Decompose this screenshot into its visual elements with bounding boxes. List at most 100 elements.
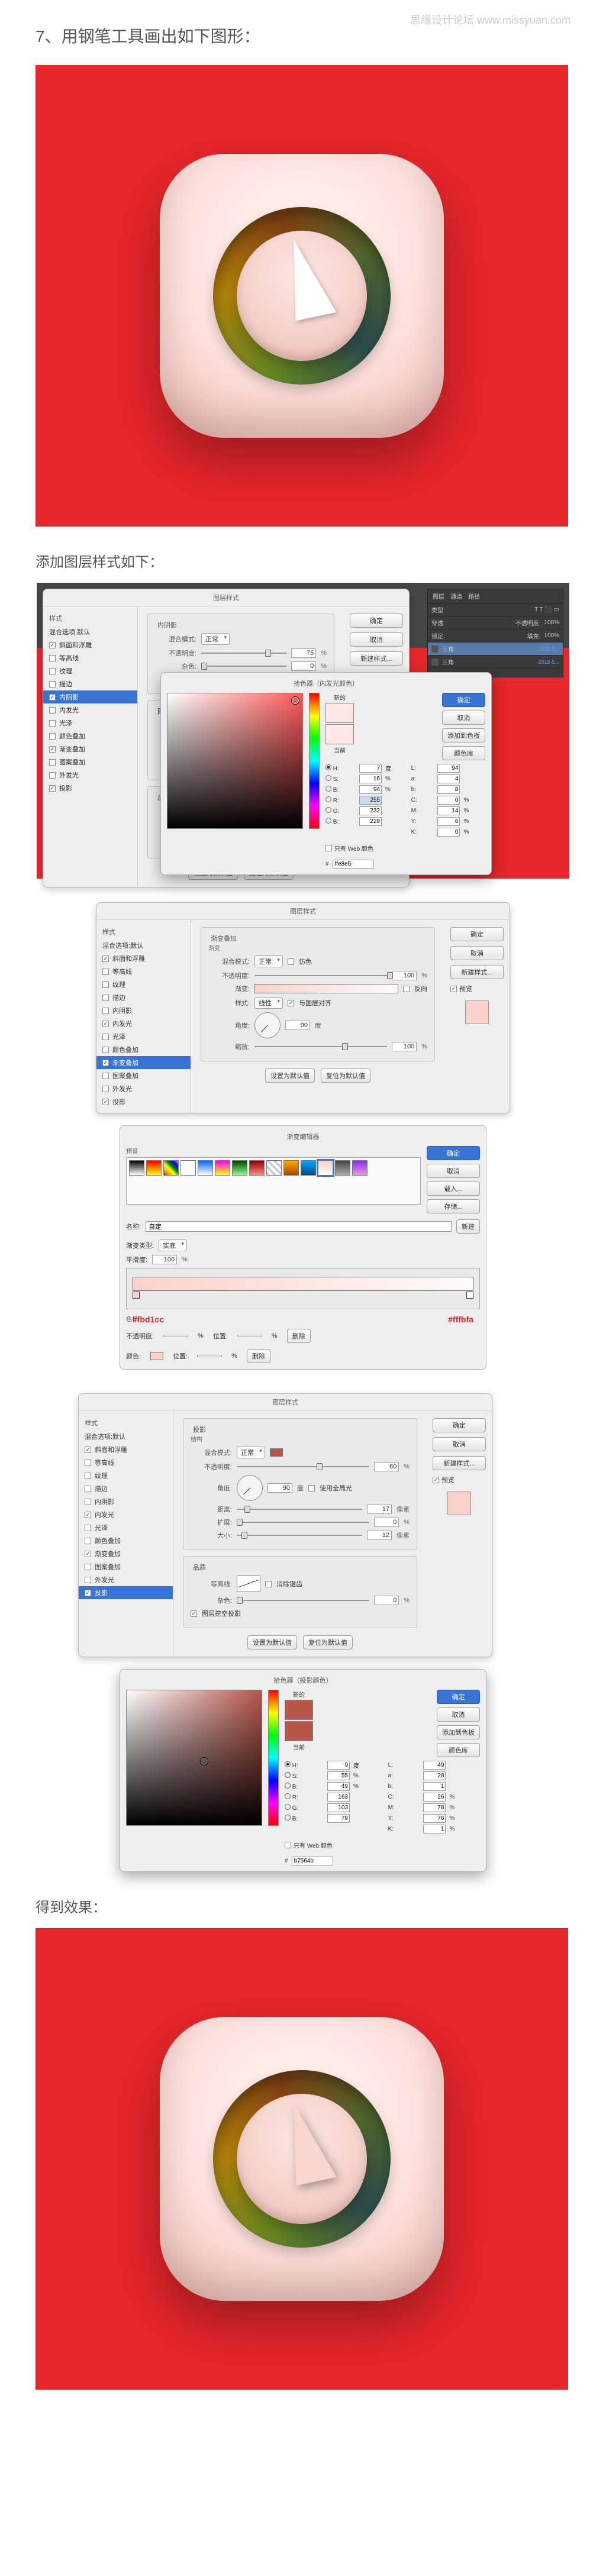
l-input[interactable] <box>437 764 460 773</box>
angle-input[interactable]: 90 <box>267 1483 292 1493</box>
grad-ok-button[interactable]: 确定 <box>427 1146 480 1160</box>
bl-input[interactable] <box>359 817 382 826</box>
style-item-texture[interactable]: 纹理 <box>79 1469 173 1482</box>
b-radio[interactable] <box>285 1783 291 1789</box>
scale-input[interactable]: 100 <box>392 1042 417 1051</box>
reset-default-button[interactable]: 复位为默认值 <box>321 1069 370 1083</box>
grad-save-button[interactable]: 存储... <box>427 1199 480 1213</box>
style-item-inner-shadow[interactable]: ✓内阴影 <box>43 690 137 703</box>
global-check[interactable] <box>308 1485 315 1492</box>
c-input[interactable] <box>437 796 460 805</box>
r-input[interactable] <box>327 1793 350 1802</box>
k-input[interactable] <box>423 1825 446 1833</box>
opacity-input[interactable]: 75 <box>291 648 316 658</box>
m-input[interactable] <box>423 1803 446 1812</box>
b2-input[interactable] <box>437 785 460 794</box>
style-item-drop-shadow[interactable]: ✓投影 <box>43 782 137 795</box>
spread-slider[interactable] <box>237 1518 369 1526</box>
angle-wheel[interactable] <box>237 1475 263 1501</box>
l-input[interactable] <box>423 1761 446 1770</box>
smooth-input[interactable]: 100 <box>152 1255 177 1264</box>
stop-opacity-input[interactable] <box>163 1335 188 1337</box>
grad-cancel-button[interactable]: 取消 <box>427 1164 480 1178</box>
layer-name[interactable]: 三角 <box>442 657 454 666</box>
webonly-check[interactable] <box>285 1842 291 1848</box>
style-item-blend[interactable]: 混合选项:默认 <box>96 939 191 952</box>
b-radio[interactable] <box>325 786 331 792</box>
style-item-texture[interactable]: 纹理 <box>96 978 191 991</box>
angle-input[interactable]: 90 <box>285 1021 310 1030</box>
layers-tab[interactable]: 图层 <box>433 592 444 601</box>
color-field[interactable] <box>167 693 303 829</box>
stop-right[interactable] <box>466 1292 473 1299</box>
make-default-button[interactable]: 设置为默认值 <box>247 1635 297 1649</box>
style-item-outer-glow[interactable]: 外发光 <box>43 769 137 782</box>
style-item-satin[interactable]: 光泽 <box>43 716 137 729</box>
m-input[interactable] <box>437 806 460 815</box>
g-radio[interactable] <box>325 807 331 813</box>
style-item-gradient-overlay[interactable]: ✓渐变叠加 <box>96 1056 191 1069</box>
noise-slider[interactable] <box>237 1596 369 1605</box>
cancel-button[interactable]: 取消 <box>350 632 403 647</box>
stop-color-swatch[interactable] <box>150 1352 163 1360</box>
g-input[interactable] <box>327 1803 350 1812</box>
style-item-contour[interactable]: 等高线 <box>79 1456 173 1469</box>
g-radio[interactable] <box>285 1804 291 1810</box>
reverse-check[interactable] <box>403 986 410 992</box>
style-item-inner-shadow[interactable]: 内阴影 <box>79 1495 173 1508</box>
style-item-gradient-overlay[interactable]: ✓渐变叠加 <box>43 743 137 756</box>
size-input[interactable]: 12 <box>367 1531 392 1540</box>
a-input[interactable] <box>437 774 460 783</box>
gradient-bar[interactable]: #fbd1cc #fffbfa <box>126 1268 480 1309</box>
reset-default-button[interactable]: 复位为默认值 <box>303 1635 353 1649</box>
spread-input[interactable]: 0 <box>374 1518 399 1527</box>
style-item-outer-glow[interactable]: 外发光 <box>96 1082 191 1095</box>
r-radio[interactable] <box>325 796 331 802</box>
visibility-icon[interactable] <box>431 645 439 653</box>
h-radio[interactable] <box>325 764 331 770</box>
r-input[interactable] <box>359 796 382 805</box>
style-item-pattern-overlay[interactable]: 图案叠加 <box>96 1069 191 1082</box>
knockout-check[interactable]: ✓ <box>191 1610 197 1617</box>
picker-cancel-button[interactable]: 取消 <box>437 1707 480 1722</box>
picker-ok-button[interactable]: 确定 <box>437 1690 480 1704</box>
b-input[interactable] <box>327 1782 350 1791</box>
style-item-satin[interactable]: 光泽 <box>96 1030 191 1043</box>
align-check[interactable]: ✓ <box>288 1000 294 1006</box>
h-input[interactable] <box>359 764 382 773</box>
delete-stop-button2[interactable]: 删除 <box>247 1349 270 1363</box>
style-item-bevel[interactable]: ✓斜面和浮雕 <box>43 638 137 651</box>
style-item-blend[interactable]: 混合选项:默认 <box>79 1430 173 1443</box>
style-item-stroke[interactable]: 描边 <box>96 991 191 1004</box>
scale-slider[interactable] <box>254 1042 387 1051</box>
color-lib-button[interactable]: 颜色库 <box>442 746 485 760</box>
cancel-button[interactable]: 取消 <box>450 946 504 960</box>
ok-button[interactable]: 确定 <box>350 614 403 628</box>
style-item-inner-glow[interactable]: 内发光 <box>43 703 137 716</box>
angle-wheel[interactable] <box>254 1012 281 1038</box>
hue-slider[interactable] <box>268 1690 279 1826</box>
s-input[interactable] <box>359 774 382 783</box>
style-item-blend[interactable]: 混合选项:默认 <box>43 625 137 638</box>
size-slider[interactable] <box>237 1531 362 1539</box>
style-item-bevel[interactable]: ✓斜面和浮雕 <box>79 1443 173 1456</box>
b-input[interactable] <box>359 785 382 794</box>
make-default-button[interactable]: 设置为默认值 <box>265 1069 315 1083</box>
opacity-slider[interactable] <box>254 971 387 980</box>
gradient-preview[interactable] <box>254 984 398 993</box>
r-radio[interactable] <box>285 1793 291 1799</box>
style-item-stroke[interactable]: 描边 <box>79 1482 173 1495</box>
preview-check[interactable]: ✓ <box>450 986 457 992</box>
style-item-stroke[interactable]: 描边 <box>43 677 137 690</box>
g-input[interactable] <box>359 806 382 815</box>
style-item-gradient-overlay[interactable]: ✓渐变叠加 <box>79 1547 173 1560</box>
new-style-button[interactable]: 新建样式... <box>350 651 403 666</box>
style-select[interactable]: 线性 <box>254 997 283 1009</box>
style-item-pattern-overlay[interactable]: 图案叠加 <box>79 1560 173 1573</box>
stop-pos-input2[interactable] <box>197 1355 222 1357</box>
style-item-bevel[interactable]: ✓斜面和浮雕 <box>96 952 191 965</box>
new-style-button[interactable]: 新建样式... <box>433 1456 486 1470</box>
style-item-color-overlay[interactable]: 颜色叠加 <box>43 729 137 743</box>
layer-name[interactable]: 三角 <box>442 644 454 653</box>
shadow-color-swatch[interactable] <box>270 1448 283 1457</box>
